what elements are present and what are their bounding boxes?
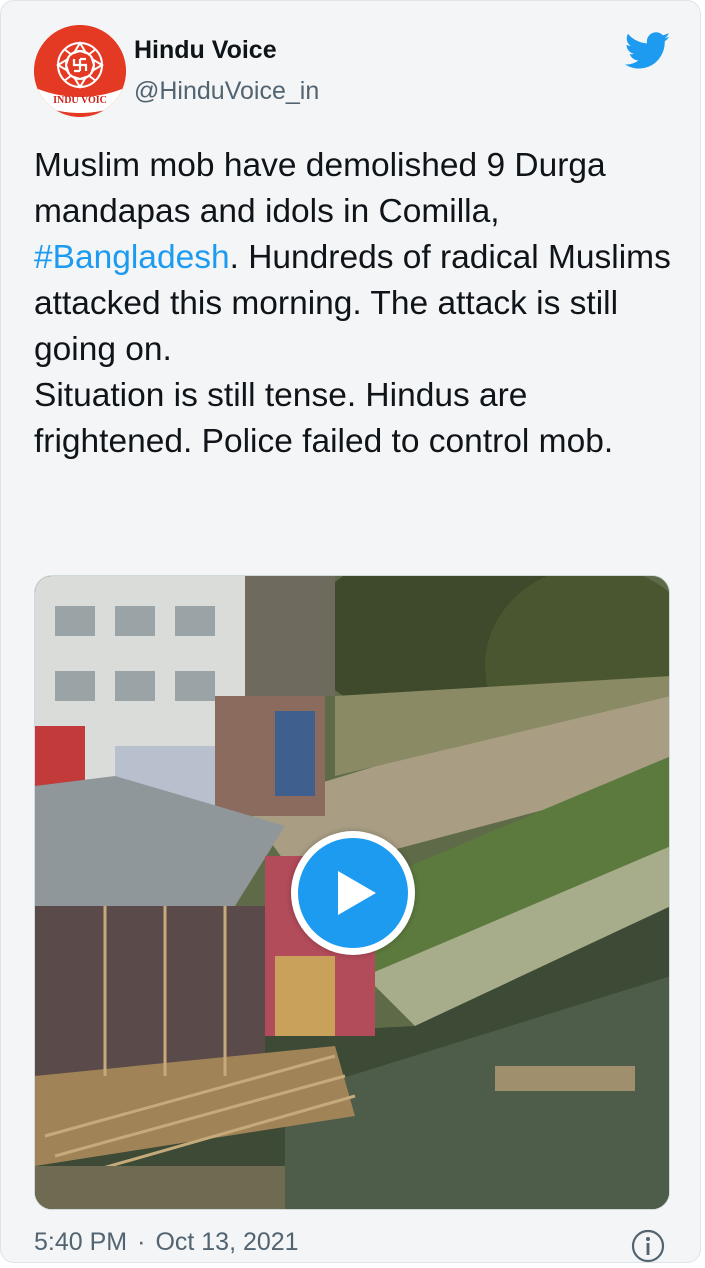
video-thumbnail[interactable]: [34, 575, 670, 1210]
twitter-bird-icon[interactable]: [624, 32, 671, 70]
tweet-text: Muslim mob have demolished 9 Durga manda…: [34, 143, 679, 465]
meta-separator: ·: [137, 1228, 146, 1256]
author-name[interactable]: Hindu Voice: [134, 36, 277, 65]
play-icon: [338, 871, 376, 915]
tweet-text-part: Situation is still tense. Hindus are fri…: [34, 377, 614, 460]
avatar-logo-text: INDU VOIC: [53, 95, 107, 106]
hashtag-link[interactable]: #Bangladesh: [34, 239, 230, 276]
tweet-time[interactable]: 5:40 PM: [34, 1228, 127, 1256]
tweet-text-part: Muslim mob have demolished 9 Durga manda…: [34, 147, 606, 230]
tweet-card: INDU VOIC Hindu Voice @HinduVoice_in Mus…: [0, 0, 701, 1263]
author-handle[interactable]: @HinduVoice_in: [134, 77, 319, 106]
tweet-date[interactable]: Oct 13, 2021: [155, 1228, 298, 1256]
tweet-meta: 5:40 PM · Oct 13, 2021: [34, 1228, 299, 1257]
info-icon[interactable]: [631, 1229, 665, 1263]
play-button[interactable]: [291, 831, 415, 955]
author-avatar[interactable]: INDU VOIC: [34, 25, 126, 117]
